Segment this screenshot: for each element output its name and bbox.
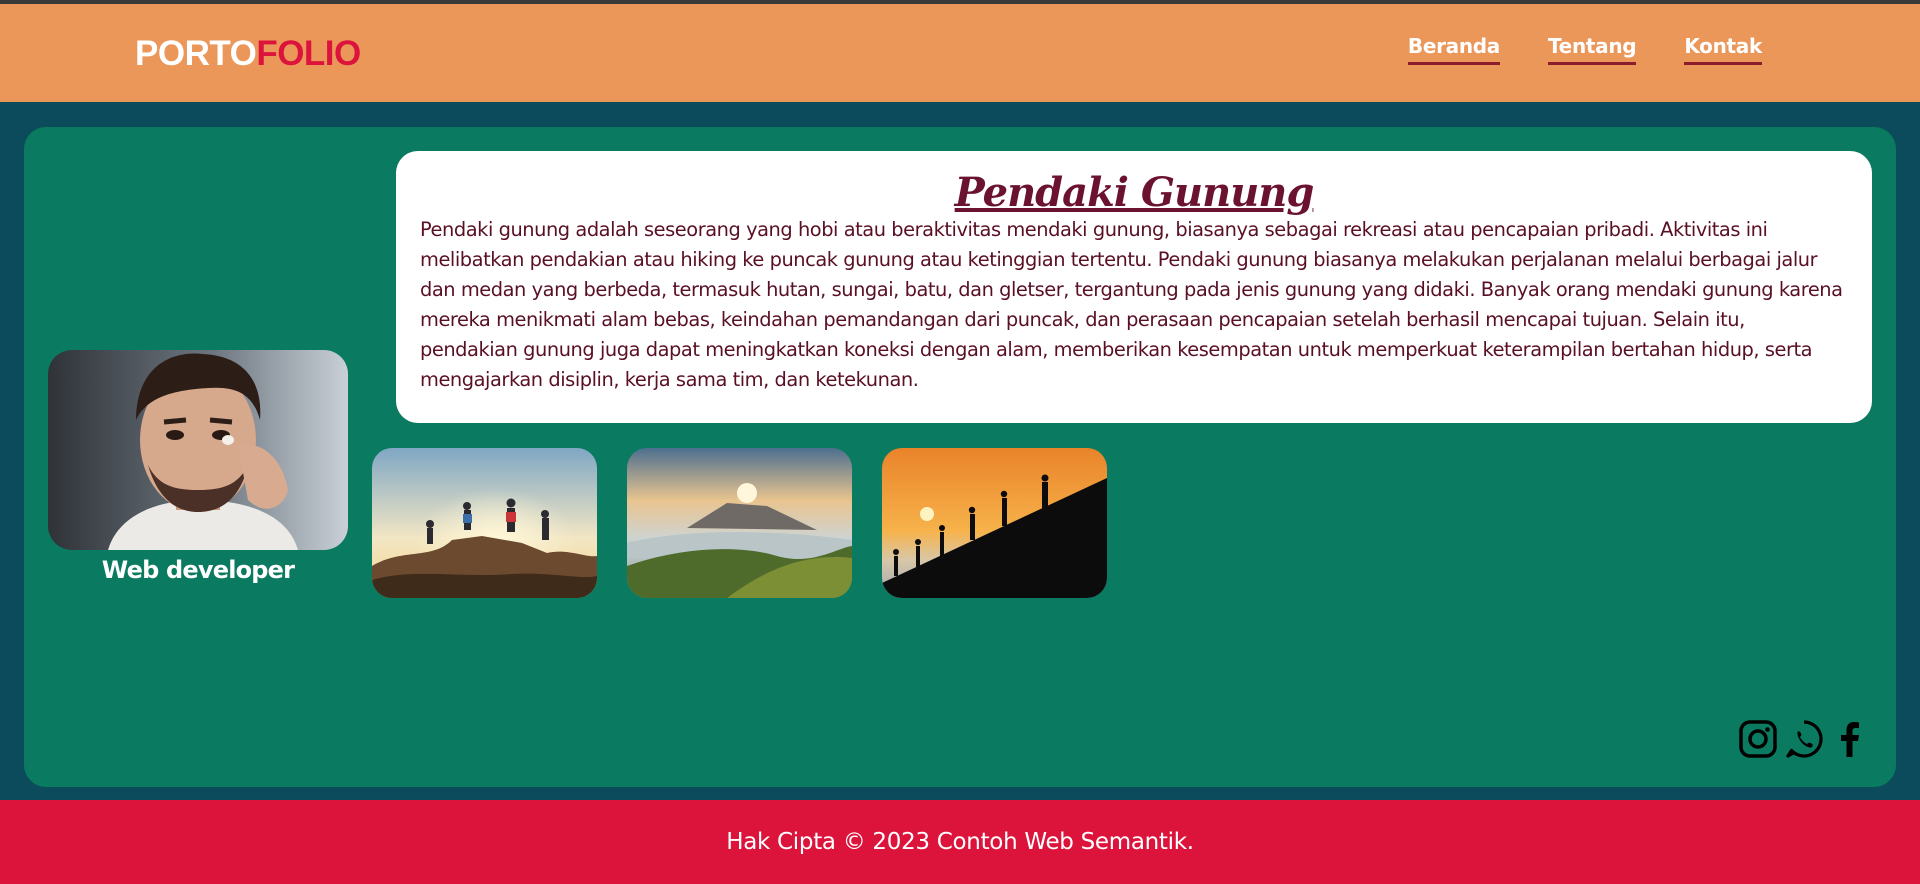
gallery-image-hikers-silhouette[interactable] [882, 448, 1107, 598]
whatsapp-icon[interactable] [1784, 719, 1824, 759]
article-card: Pendaki Gunung Pendaki gunung adalah ses… [396, 151, 1872, 423]
facebook-icon[interactable] [1830, 719, 1870, 759]
site-logo[interactable]: PORTOFOLIO [135, 34, 361, 74]
nav-link-tentang[interactable]: Tentang [1548, 34, 1637, 65]
nav-link-kontak[interactable]: Kontak [1684, 34, 1762, 65]
site-header: PORTOFOLIO Beranda Tentang Kontak [0, 4, 1920, 102]
gallery-image-summit-team[interactable] [372, 448, 597, 598]
social-links [1738, 719, 1870, 759]
article-body: Pendaki gunung adalah seseorang yang hob… [420, 218, 1843, 391]
main-nav: Beranda Tentang Kontak [1407, 34, 1762, 65]
profile-photo [48, 350, 348, 550]
logo-part-folio: FOLIO [256, 34, 361, 73]
photo-gallery [372, 448, 1107, 598]
copyright-text: Hak Cipta © 2023 Contoh Web Semantik. [726, 829, 1194, 855]
instagram-icon[interactable] [1738, 719, 1778, 759]
profile-role: Web developer [101, 556, 295, 584]
nav-link-beranda[interactable]: Beranda [1407, 34, 1500, 65]
logo-part-porto: PORTO [135, 34, 257, 73]
article-title: Pendaki Gunung [954, 169, 1315, 216]
gallery-image-volcano-sunrise[interactable] [627, 448, 852, 598]
site-footer: Hak Cipta © 2023 Contoh Web Semantik. [0, 800, 1920, 884]
profile-section: Web developer [48, 350, 348, 584]
main-content: Web developer Pendaki Gunung Pendaki gun… [24, 127, 1896, 787]
